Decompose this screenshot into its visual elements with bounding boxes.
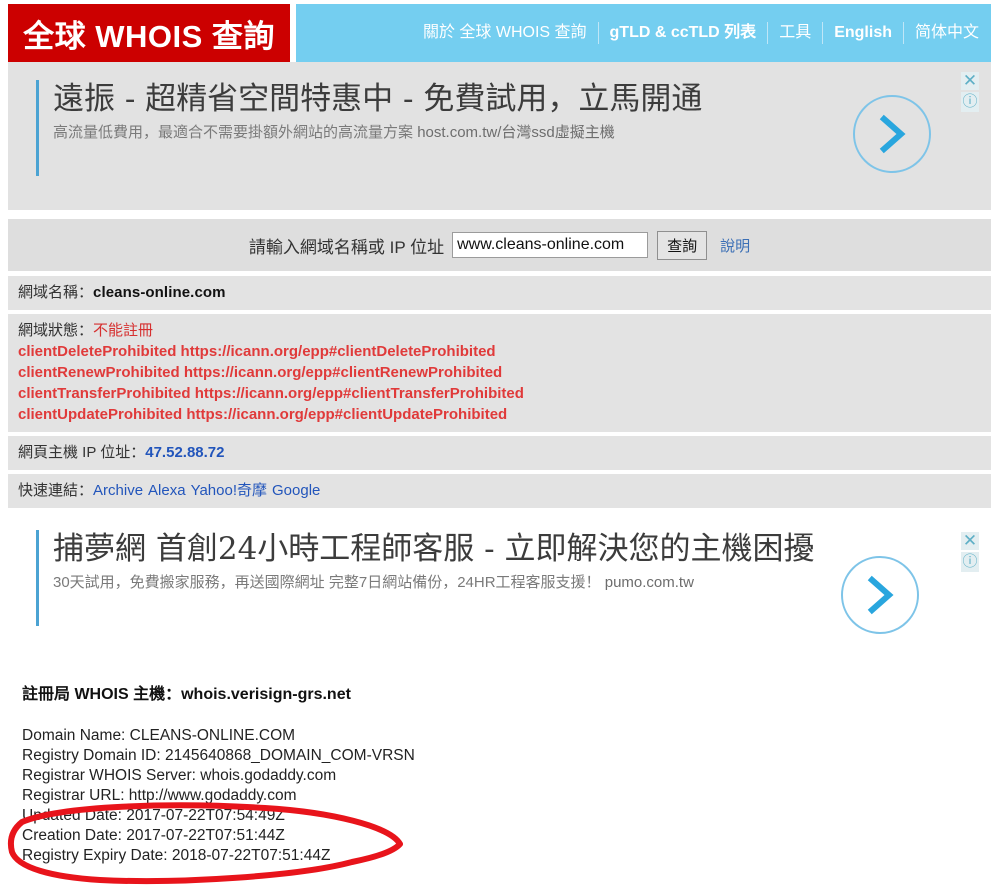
info-icon[interactable]: ⓘ	[961, 92, 979, 112]
row-quick-links: 快速連結：Archive Alexa Yahoo!奇摩 Google	[8, 474, 991, 512]
main-navigation: 關於 全球 WHOIS 查詢 gTLD & ccTLD 列表 工具 Englis…	[296, 4, 991, 62]
ad-top-url[interactable]: host.com.tw/台灣ssd虛擬主機	[417, 124, 615, 141]
domain-name-value: cleans-online.com	[93, 284, 226, 301]
search-input[interactable]	[452, 232, 649, 258]
row-domain-name: 網域名稱：cleans-online.com	[8, 276, 991, 314]
site-header: 全球 WHOIS 查詢 關於 全球 WHOIS 查詢 gTLD & ccTLD …	[0, 0, 1001, 62]
host-ip-value[interactable]: 47.52.88.72	[145, 444, 224, 461]
ad-bottom-headline[interactable]: 捕夢網 首創24小時工程師客服 - 立即解決您的主機困擾	[53, 530, 843, 568]
advertisement-top[interactable]: 遠振 - 超精省空間特惠中 - 免費試用，立馬開通 高流量低費用，最適合不需要掛…	[8, 62, 991, 210]
nav-item-english[interactable]: English	[823, 22, 904, 44]
search-label: 請輸入網域名稱或 IP 位址	[248, 237, 445, 257]
advertisement-bottom[interactable]: 捕夢網 首創24小時工程師客服 - 立即解決您的主機困擾 30天試用，免費搬家服…	[8, 512, 991, 660]
domain-name-label: 網域名稱：	[18, 284, 94, 301]
info-icon[interactable]: ⓘ	[961, 552, 979, 572]
ad-top-subtext-label: 高流量低費用，最適合不需要掛額外網站的高流量方案	[53, 124, 414, 141]
help-link[interactable]: 說明	[720, 235, 750, 256]
ad-top-content: 遠振 - 超精省空間特惠中 - 免費試用，立馬開通 高流量低費用，最適合不需要掛…	[36, 80, 991, 176]
site-logo[interactable]: 全球 WHOIS 查詢	[8, 4, 290, 62]
ad-bottom-subtext-label: 30天試用，免費搬家服務，再送國際網址 完整7日網站備份，24HR工程客服支援！	[53, 574, 601, 591]
chevron-right-icon	[879, 114, 906, 154]
whois-server-heading: 註冊局 WHOIS 主機：whois.verisign-grs.net	[22, 686, 351, 703]
epp-status-line: clientRenewProhibited https://icann.org/…	[18, 364, 503, 381]
ad-top-headline[interactable]: 遠振 - 超精省空間特惠中 - 免費試用，立馬開通	[53, 80, 853, 118]
close-icon[interactable]: ✕	[961, 72, 979, 90]
nav-item-tools[interactable]: 工具	[768, 22, 824, 44]
search-bar: 請輸入網域名稱或 IP 位址 查詢 說明	[8, 219, 991, 271]
result-panel: 網域名稱：cleans-online.com 網域狀態：不能註冊 clientD…	[8, 276, 991, 512]
ad-bottom-url[interactable]: pumo.com.tw	[605, 574, 694, 591]
ad-bottom-controls: ✕ ⓘ	[961, 532, 979, 572]
epp-status-line: clientTransferProhibited https://icann.o…	[18, 385, 524, 402]
nav-item-tld-list[interactable]: gTLD & ccTLD 列表	[599, 22, 769, 44]
domain-status-line: 網域狀態：不能註冊	[18, 320, 991, 341]
domain-status-value: 不能註冊	[93, 322, 154, 339]
epp-status-line: clientDeleteProhibited https://icann.org…	[18, 343, 496, 360]
chevron-right-icon	[867, 575, 894, 615]
epp-status-line: clientUpdateProhibited https://icann.org…	[18, 406, 508, 423]
quick-link-alexa[interactable]: Alexa	[148, 482, 191, 499]
ad-top-controls: ✕ ⓘ	[961, 72, 979, 112]
ad-top-subtext: 高流量低費用，最適合不需要掛額外網站的高流量方案 host.com.tw/台灣s…	[53, 123, 991, 143]
search-button[interactable]: 查詢	[657, 230, 708, 260]
host-ip-label: 網頁主機 IP 位址：	[18, 444, 146, 461]
quick-links-label: 快速連結：	[18, 482, 94, 499]
domain-status-label: 網域狀態：	[18, 322, 94, 339]
row-domain-status: 網域狀態：不能註冊 clientDeleteProhibited https:/…	[8, 314, 991, 436]
close-icon[interactable]: ✕	[961, 532, 979, 550]
quick-link-google[interactable]: Google	[272, 482, 325, 499]
quick-link-yahoo[interactable]: Yahoo!奇摩	[191, 482, 272, 499]
ad-top-arrow-button[interactable]	[853, 95, 931, 173]
whois-raw-text: Domain Name: CLEANS-ONLINE.COM Registry …	[22, 727, 415, 864]
ad-bottom-arrow-button[interactable]	[841, 556, 919, 634]
nav-item-about[interactable]: 關於 全球 WHOIS 查詢	[412, 22, 599, 44]
row-host-ip: 網頁主機 IP 位址：47.52.88.72	[8, 436, 991, 474]
quick-link-archive[interactable]: Archive	[93, 482, 148, 499]
nav-item-simplified-chinese[interactable]: 简体中文	[904, 22, 989, 44]
